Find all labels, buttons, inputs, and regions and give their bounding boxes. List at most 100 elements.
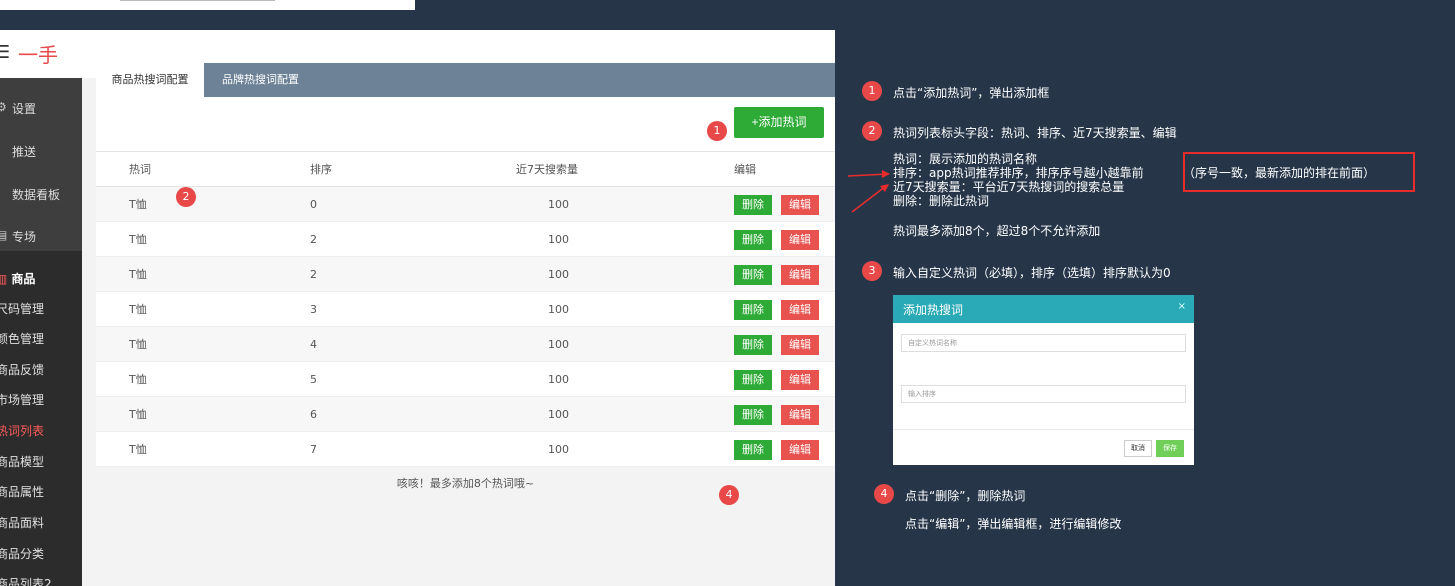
- add-hotword-button[interactable]: +添加热词: [734, 107, 824, 138]
- delete-button[interactable]: 删除: [734, 230, 772, 250]
- tab-goods-hotwords[interactable]: 商品热搜词配置: [96, 63, 204, 97]
- step-badge-2: 2: [176, 187, 196, 207]
- hotword-order-input[interactable]: 输入排序: [901, 385, 1186, 403]
- annotation-arrows: [847, 170, 890, 213]
- delete-button[interactable]: 删除: [734, 300, 772, 320]
- cell-order: 7: [310, 443, 317, 456]
- note-4-edit: 点击“编辑”，弹出编辑框，进行编辑修改: [905, 517, 1122, 531]
- note-1: 点击“添加热词”，弹出添加框: [893, 86, 1050, 100]
- edit-button[interactable]: 编辑: [781, 300, 819, 320]
- delete-button[interactable]: 删除: [734, 195, 772, 215]
- sidebar-item-label: 设置: [12, 102, 37, 116]
- delete-button[interactable]: 删除: [734, 440, 772, 460]
- arrow-head-1: [882, 170, 890, 178]
- cell-order: 4: [310, 338, 317, 351]
- cell-word: T恤: [129, 268, 147, 281]
- dialog-header: 添加热搜词 ×: [893, 295, 1194, 323]
- cell-count: 100: [548, 198, 569, 211]
- gear-icon: ⚙: [0, 100, 7, 114]
- note-2-delete: 删除：删除此热词: [893, 194, 990, 208]
- sidebar-sub-hotwords[interactable]: 热词列表: [0, 422, 44, 439]
- menu-icon[interactable]: ☰: [0, 42, 10, 63]
- sidebar-sub-size[interactable]: 尺码管理: [0, 300, 44, 317]
- sidebar-item-label: 数据看板: [12, 188, 61, 202]
- sidebar-sub-feedback[interactable]: 商品反馈: [0, 361, 44, 378]
- sidebar-sub-fabric[interactable]: 商品面料: [0, 514, 44, 531]
- delete-button[interactable]: 删除: [734, 265, 772, 285]
- table-row: T恤 3 100 删除 编辑: [96, 292, 835, 327]
- edit-button[interactable]: 编辑: [781, 440, 819, 460]
- arrow-line-2: [851, 185, 887, 213]
- delete-button[interactable]: 删除: [734, 405, 772, 425]
- table-row: T恤 7 100 删除 编辑: [96, 432, 835, 467]
- note-2-order: 排序：app热词推荐排序，排序序号越小越靠前: [893, 166, 1144, 180]
- cell-count: 100: [548, 268, 569, 281]
- add-hotword-dialog: 添加热搜词 × 自定义热词名称 输入排序 取消 保存: [893, 295, 1194, 465]
- note-2-count: 近7天搜索量：平台近7天热搜词的搜索总量: [893, 180, 1125, 194]
- note-badge-2: 2: [862, 121, 882, 141]
- table-row: T恤 6 100 删除 编辑: [96, 397, 835, 432]
- sidebar-item-label: 推送: [12, 145, 37, 159]
- cell-word: T恤: [129, 233, 147, 246]
- brand-logo: 一手: [18, 43, 58, 67]
- header-word: 热词: [129, 163, 151, 176]
- table-row: T恤 5 100 删除 编辑: [96, 362, 835, 397]
- cell-order: 0: [310, 198, 317, 211]
- cell-count: 100: [548, 408, 569, 421]
- step-badge-1: 1: [707, 121, 727, 141]
- list-icon: ▤: [0, 228, 8, 242]
- table-row: T恤 0 100 删除 编辑: [96, 187, 835, 222]
- table-row: T恤 2 100 删除 编辑: [96, 222, 835, 257]
- edit-button[interactable]: 编辑: [781, 405, 819, 425]
- note-3: 输入自定义热词（必填），排序（选填）排序默认为0: [893, 266, 1171, 280]
- note-badge-4: 4: [874, 484, 894, 504]
- cell-order: 6: [310, 408, 317, 421]
- sidebar-group-label: 商品: [11, 272, 36, 286]
- cancel-button[interactable]: 取消: [1124, 440, 1152, 457]
- cell-word: T恤: [129, 373, 147, 386]
- note-badge-1: 1: [862, 81, 882, 101]
- hotword-name-input[interactable]: 自定义热词名称: [901, 334, 1186, 352]
- delete-button[interactable]: 删除: [734, 370, 772, 390]
- cell-count: 100: [548, 303, 569, 316]
- table-body: T恤 0 100 删除 编辑 T恤 2 100 删除 编辑 T恤 2 100 删除 编辑 T恤 3 100 删除 编辑…: [96, 187, 835, 467]
- edit-button[interactable]: 编辑: [781, 265, 819, 285]
- sidebar-item-label: 专场: [12, 230, 37, 244]
- sidebar-sub-market[interactable]: 市场管理: [0, 391, 44, 408]
- delete-button[interactable]: 删除: [734, 335, 772, 355]
- edit-button[interactable]: 编辑: [781, 230, 819, 250]
- sidebar-sub-category[interactable]: 商品分类: [0, 545, 44, 562]
- note-2-word: 热词：展示添加的热词名称: [893, 152, 1038, 166]
- cell-order: 3: [310, 303, 317, 316]
- cell-count: 100: [548, 443, 569, 456]
- cell-count: 100: [548, 233, 569, 246]
- save-button[interactable]: 保存: [1156, 440, 1184, 457]
- table-header: 热词 排序 近7天搜索量 编辑: [96, 152, 835, 187]
- table-row: T恤 2 100 删除 编辑: [96, 257, 835, 292]
- cell-word: T恤: [129, 443, 147, 456]
- close-icon[interactable]: ×: [1178, 301, 1186, 312]
- sidebar-sub-model[interactable]: 商品模型: [0, 453, 44, 470]
- cell-count: 100: [548, 373, 569, 386]
- fragment-line: [120, 0, 275, 1]
- tab-bar: 商品热搜词配置 品牌热搜词配置: [96, 63, 835, 97]
- tab-brand-hotwords[interactable]: 品牌热搜词配置: [212, 63, 309, 97]
- edit-button[interactable]: 编辑: [781, 370, 819, 390]
- cell-count: 100: [548, 338, 569, 351]
- header-order: 排序: [310, 163, 332, 176]
- table-row: T恤 4 100 删除 编辑: [96, 327, 835, 362]
- edit-button[interactable]: 编辑: [781, 335, 819, 355]
- cell-word: T恤: [129, 303, 147, 316]
- sidebar-sub-attr[interactable]: 商品属性: [0, 483, 44, 500]
- cell-word: T恤: [129, 408, 147, 421]
- header-edit: 编辑: [734, 163, 756, 176]
- sidebar-sub-color[interactable]: 颜色管理: [0, 330, 44, 347]
- note-2: 热词列表标头字段：热词、排序、近7天搜索量、编辑: [893, 126, 1177, 140]
- step-badge-4: 4: [719, 485, 739, 505]
- edit-button[interactable]: 编辑: [781, 195, 819, 215]
- cell-word: T恤: [129, 198, 147, 211]
- top-window-fragment: [0, 0, 415, 10]
- sidebar-sub-list2[interactable]: 商品列表2: [0, 575, 52, 586]
- sidebar-group-goods[interactable]: ▥ 商品: [0, 270, 35, 287]
- note-2-limit: 热词最多添加8个，超过8个不允许添加: [893, 224, 1101, 238]
